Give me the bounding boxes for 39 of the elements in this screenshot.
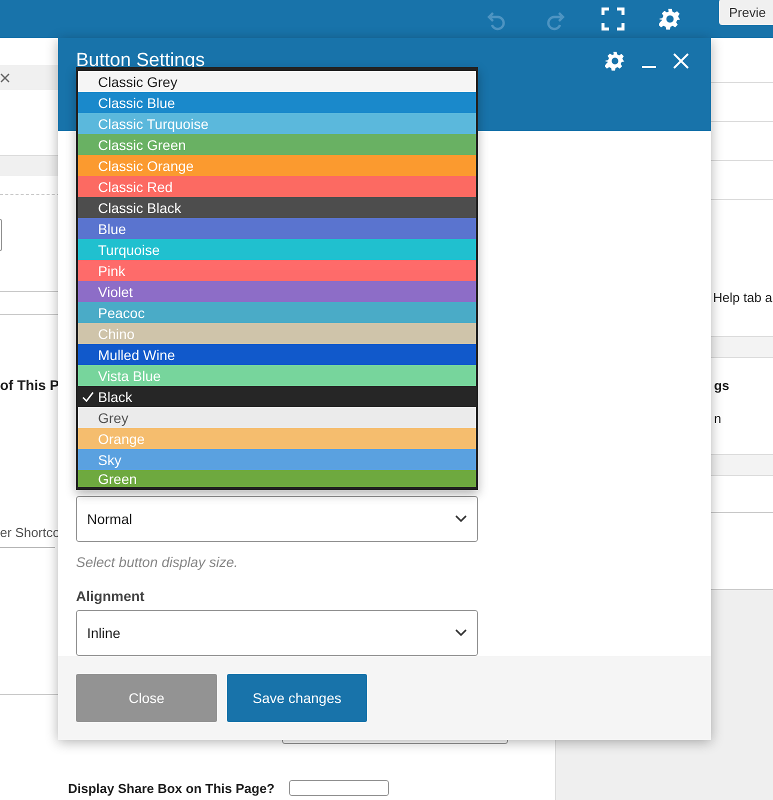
section-heading: of This P xyxy=(0,377,60,393)
dropdown-option[interactable]: Blue xyxy=(78,218,476,239)
dropdown-option[interactable]: Green xyxy=(78,470,476,487)
dropdown-option[interactable]: Mulled Wine xyxy=(78,344,476,365)
dropdown-option[interactable]: Classic Turquoise xyxy=(78,113,476,134)
dropdown-option[interactable]: Sky xyxy=(78,449,476,470)
select-field[interactable]: Normal xyxy=(76,496,478,542)
dropdown-option[interactable]: Classic Red xyxy=(78,176,476,197)
dropdown-option[interactable]: Classic Blue xyxy=(78,92,476,113)
dropdown-option[interactable]: Peacoc xyxy=(78,302,476,323)
help-text: Help tab a xyxy=(713,290,773,305)
field-label: Display Share Box on This Page? xyxy=(68,780,275,796)
dropdown-option[interactable]: Classic Black xyxy=(78,197,476,218)
dropdown-option[interactable]: Violet xyxy=(78,281,476,302)
preview-button[interactable]: Previe xyxy=(719,0,773,25)
select-field[interactable] xyxy=(288,780,389,796)
field-label: Alignment xyxy=(76,588,146,604)
dropdown-option[interactable]: Classic Orange xyxy=(78,155,476,176)
settings-icon[interactable] xyxy=(605,51,625,71)
chevron-icon xyxy=(455,514,467,523)
hint-text: Select button display size. xyxy=(76,554,239,570)
button-edge xyxy=(0,219,2,251)
checkmark-icon xyxy=(82,390,94,402)
dropdown-option[interactable]: Turquoise xyxy=(78,239,476,260)
section-bar xyxy=(0,155,60,176)
dialog-title: Button Settings xyxy=(76,50,205,72)
chevron-icon xyxy=(455,628,467,637)
close-icon[interactable] xyxy=(0,72,10,82)
panel-text: n xyxy=(714,411,722,426)
select-field[interactable]: Inline xyxy=(76,610,478,656)
settings-icon[interactable] xyxy=(659,8,681,30)
fullscreen-icon[interactable] xyxy=(601,7,625,31)
dropdown-option[interactable]: Classic Grey xyxy=(78,71,476,92)
save-button[interactable]: Save changes xyxy=(227,674,367,722)
panel-heading: gs xyxy=(714,378,730,393)
dropdown-option[interactable]: Classic Green xyxy=(78,134,476,155)
dropdown-option[interactable]: Black xyxy=(78,386,476,407)
dropdown-option[interactable]: Pink xyxy=(78,260,476,281)
dropdown-option[interactable]: Grey xyxy=(78,407,476,428)
